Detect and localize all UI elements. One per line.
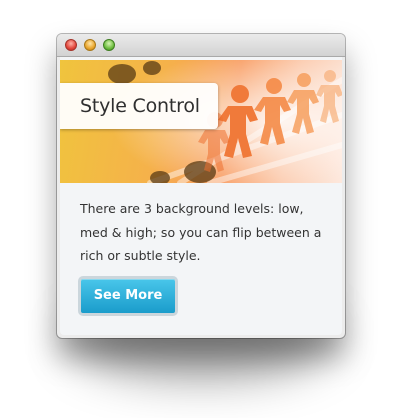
card-title: Style Control (60, 83, 218, 129)
see-more-button[interactable]: See More (78, 276, 178, 316)
card-description: There are 3 background levels: low, med … (80, 201, 322, 263)
stage: Style Control There are 3 background lev… (0, 0, 402, 418)
zoom-button[interactable] (103, 39, 115, 51)
close-button[interactable] (65, 39, 77, 51)
app-window: Style Control There are 3 background lev… (57, 34, 345, 338)
card: Style Control There are 3 background lev… (60, 57, 342, 335)
title-bar[interactable] (57, 34, 345, 57)
hero-image: Style Control (60, 60, 342, 183)
minimize-button[interactable] (84, 39, 96, 51)
